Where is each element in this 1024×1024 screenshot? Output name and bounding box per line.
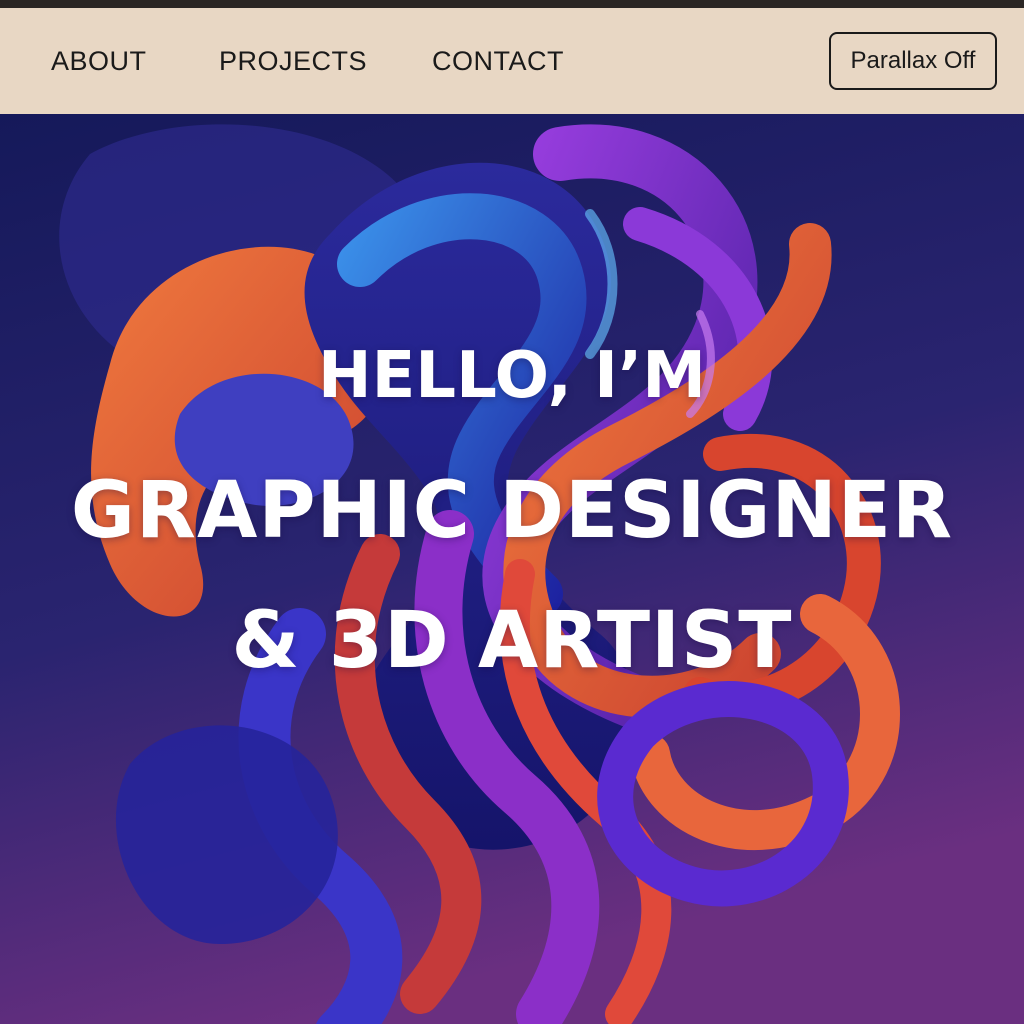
parallax-toggle-button[interactable]: Parallax Off xyxy=(829,32,997,90)
hero-greeting: HELLO, I’M xyxy=(318,339,706,413)
window-top-border xyxy=(0,0,1024,8)
nav-link-projects[interactable]: PROJECTS xyxy=(219,44,367,78)
abstract-3d-swirl-artwork xyxy=(0,114,1024,1024)
top-navigation-bar: ABOUT PROJECTS CONTACT Parallax Off xyxy=(0,8,1024,114)
hero-title-line-2: & 3D ARTIST xyxy=(231,596,793,686)
nav-link-about[interactable]: ABOUT xyxy=(51,44,147,78)
hero-section: HELLO, I’M GRAPHIC DESIGNER & 3D ARTIST xyxy=(0,114,1024,1024)
hero-title-line-1: GRAPHIC DESIGNER xyxy=(70,466,954,556)
nav-link-contact[interactable]: CONTACT xyxy=(432,44,564,78)
